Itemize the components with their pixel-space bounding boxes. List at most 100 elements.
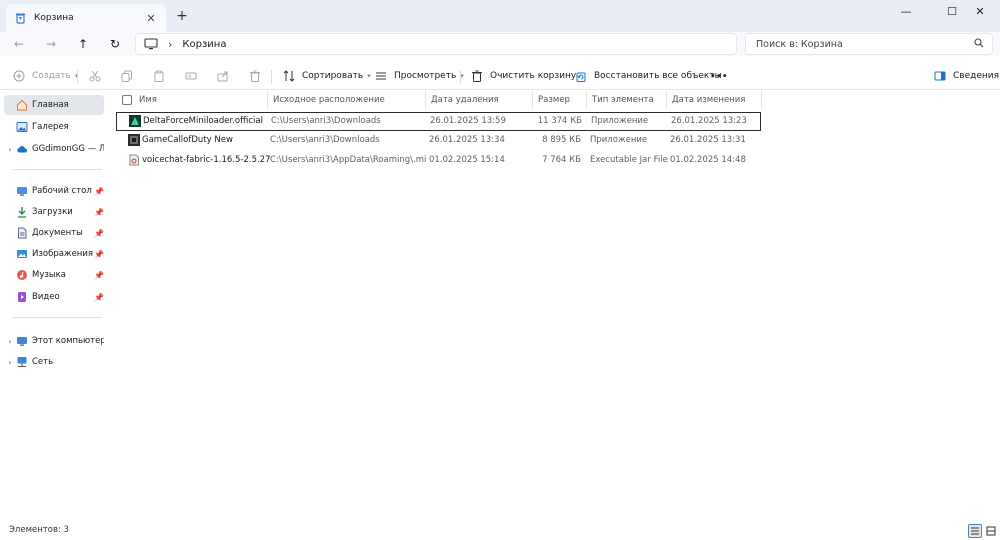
sidebar-item-onedrive[interactable]: › GGdimonGG — Ли [4, 139, 104, 159]
select-all-checkbox[interactable] [122, 95, 132, 105]
column-header-name[interactable]: Имя [134, 91, 268, 109]
empty-recycle-bin-button[interactable]: Очистить корзину [470, 68, 576, 84]
column-header-date-deleted[interactable]: Дата удаления [426, 91, 533, 109]
new-tab-button[interactable]: + [174, 8, 190, 24]
item-type: Приложение [590, 135, 648, 145]
date-modified: 01.02.2025 14:48 [670, 155, 746, 165]
tiles-view-icon [986, 526, 996, 536]
details-view-icon [971, 527, 979, 535]
refresh-button[interactable]: ↻ [104, 34, 126, 54]
copy-button[interactable] [120, 68, 140, 84]
sidebar-item-label: Этот компьютер [32, 336, 104, 346]
cut-button[interactable] [88, 68, 108, 84]
sidebar-item-label: Музыка [32, 270, 66, 280]
music-icon [16, 269, 28, 281]
back-button[interactable]: ← [8, 34, 30, 54]
sidebar-item-network[interactable]: › Сеть [4, 352, 104, 372]
jar-file-icon [128, 154, 140, 166]
clipboard-icon [152, 69, 166, 83]
sidebar-item-documents[interactable]: Документы 📌 [4, 223, 104, 243]
up-button[interactable]: ↑ [72, 34, 94, 54]
sidebar-item-desktop[interactable]: Рабочий стол 📌 [4, 181, 104, 201]
search-icon [974, 37, 984, 51]
details-view-button[interactable] [968, 524, 982, 538]
pin-icon[interactable]: 📌 [94, 271, 104, 280]
sidebar-item-this-pc[interactable]: › Этот компьютер [4, 331, 104, 351]
column-header-item-type[interactable]: Тип элемента [587, 91, 667, 109]
sidebar-item-label: Документы [32, 228, 83, 238]
chevron-right-icon[interactable]: › [4, 337, 16, 346]
details-button[interactable]: Сведения [933, 68, 999, 84]
sidebar-item-pictures[interactable]: Изображения 📌 [4, 244, 104, 264]
more-options-button[interactable]: ••• [710, 68, 728, 84]
table-row[interactable]: GameCallofDuty New C:\Users\anri3\Downlo… [116, 132, 761, 151]
tiles-view-button[interactable] [984, 524, 998, 538]
pin-icon[interactable]: 📌 [94, 250, 104, 259]
column-header-original-location[interactable]: Исходное расположение [268, 91, 426, 109]
computer-icon [144, 38, 158, 50]
sidebar-item-videos[interactable]: Видео 📌 [4, 287, 104, 307]
cloud-icon [16, 143, 28, 155]
trash-icon [248, 69, 262, 83]
file-list: Имя Исходное расположение Дата удаления … [112, 91, 1000, 521]
restore-all-button[interactable]: Восстановить все объекты [574, 68, 722, 84]
date-modified: 26.01.2025 13:23 [671, 116, 747, 126]
sidebar-item-label: Сеть [32, 357, 54, 367]
navigation-pane: Главная Галерея › GGdimonGG — Ли Рабочий… [0, 91, 108, 521]
search-input[interactable]: Поиск в: Корзина [745, 33, 993, 55]
status-bar: Элементов: 3 [0, 522, 1000, 540]
pin-icon[interactable]: 📌 [94, 293, 104, 302]
table-row[interactable]: voicechat-fabric-1.16.5-2.5.27 C:\Users\… [116, 152, 761, 171]
view-label: Просмотреть [394, 71, 457, 81]
sidebar-item-label: Загрузки [32, 207, 73, 217]
share-button[interactable] [216, 68, 236, 84]
pin-icon[interactable]: 📌 [94, 187, 104, 196]
minimize-button[interactable]: — [886, 0, 926, 22]
paste-button[interactable] [152, 68, 172, 84]
plus-circle-icon [12, 69, 26, 83]
close-window-button[interactable]: ✕ [960, 0, 1000, 22]
chevron-right-icon[interactable]: › [4, 358, 16, 367]
tab-recycle-bin[interactable]: Корзина ✕ [6, 4, 166, 32]
sidebar-item-label: Изображения [32, 249, 94, 259]
forward-button[interactable]: → [40, 34, 62, 54]
table-row[interactable]: DeltaForceMiniloader.official C:\Users\a… [116, 112, 761, 131]
delete-button[interactable] [248, 68, 268, 84]
pin-icon[interactable]: 📌 [94, 229, 104, 238]
gallery-icon [16, 121, 28, 133]
empty-bin-label: Очистить корзину [490, 71, 577, 81]
breadcrumb-separator: › [168, 37, 173, 51]
desktop-icon [16, 185, 28, 197]
breadcrumb-recycle-bin[interactable]: Корзина [182, 39, 226, 50]
rename-icon: A [184, 69, 198, 83]
computer-icon [16, 335, 28, 347]
sidebar-item-music[interactable]: Музыка 📌 [4, 265, 104, 285]
command-bar: Создать ▾ A Сортировать [0, 62, 1000, 90]
rename-button[interactable]: A [184, 68, 204, 84]
pin-icon[interactable]: 📌 [94, 208, 104, 217]
address-bar[interactable]: › Корзина [135, 33, 737, 55]
svg-text:A: A [188, 74, 192, 80]
tab-close-icon[interactable]: ✕ [144, 12, 158, 25]
view-icon [374, 69, 388, 83]
sidebar-item-home[interactable]: Главная [4, 95, 104, 115]
view-button[interactable]: Просмотреть ▾ [374, 68, 464, 84]
video-icon [16, 291, 28, 303]
item-type: Приложение [591, 116, 649, 126]
column-header-size[interactable]: Размер [533, 91, 587, 109]
sort-button[interactable]: Сортировать ▾ [282, 68, 371, 84]
sort-icon [282, 69, 296, 83]
file-name: voicechat-fabric-1.16.5-2.5.27 [142, 155, 270, 165]
sidebar-item-downloads[interactable]: Загрузки 📌 [4, 202, 104, 222]
share-icon [216, 69, 230, 83]
sort-label: Сортировать [302, 71, 364, 81]
item-count: Элементов: 3 [9, 525, 69, 535]
scissors-icon [88, 69, 102, 83]
title-bar: Корзина ✕ + — ☐ ✕ [0, 0, 1000, 32]
column-header-date-modified[interactable]: Дата изменения [667, 91, 762, 109]
chevron-right-icon[interactable]: › [4, 145, 16, 154]
create-label: Создать [32, 71, 71, 81]
sidebar-item-gallery[interactable]: Галерея [4, 117, 104, 137]
app-icon [128, 134, 140, 146]
create-button[interactable]: Создать ▾ [12, 68, 78, 84]
